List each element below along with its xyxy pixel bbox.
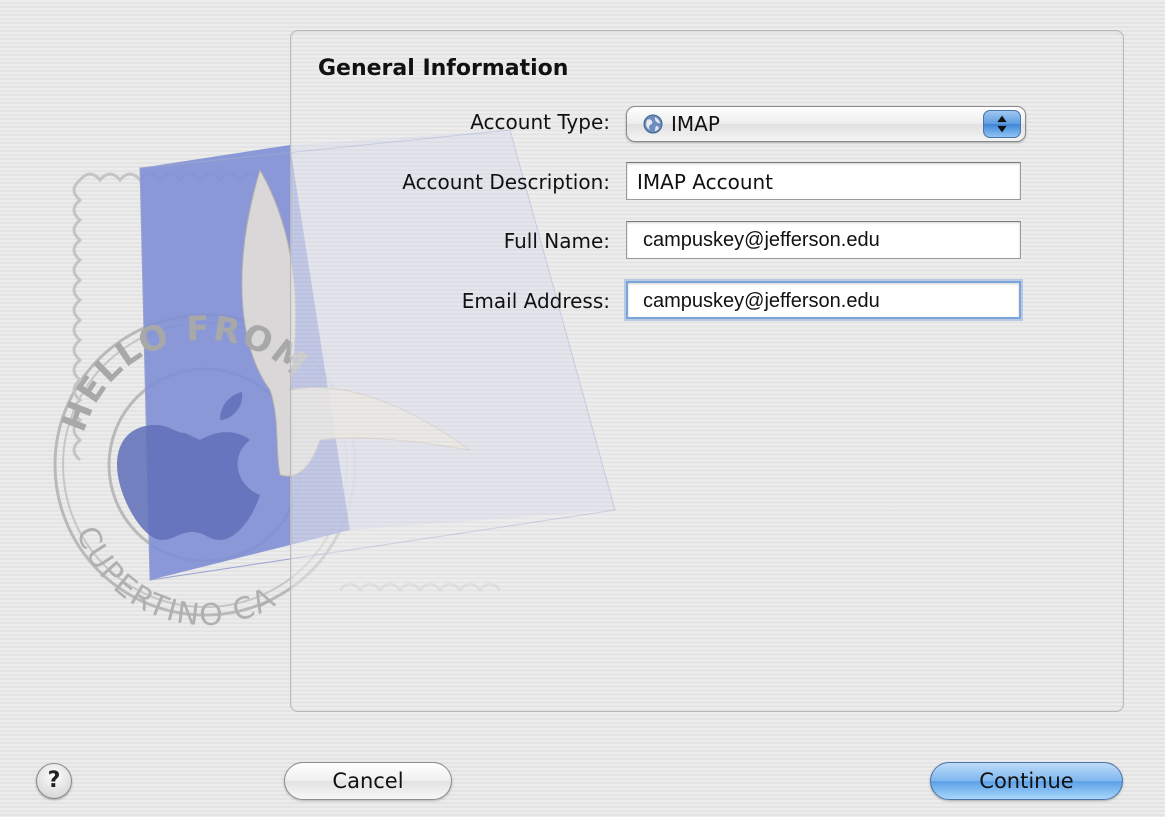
- continue-button[interactable]: Continue: [930, 762, 1123, 800]
- globe-icon: [643, 114, 663, 134]
- email-address-label: Email Address:: [461, 289, 610, 313]
- account-type-popup[interactable]: IMAP: [626, 106, 1026, 142]
- up-down-arrows-icon: [983, 110, 1021, 138]
- full-name-field[interactable]: campuskey@jefferson.edu: [626, 221, 1021, 259]
- full-name-label: Full Name:: [503, 229, 610, 253]
- cancel-button[interactable]: Cancel: [284, 762, 452, 800]
- help-button[interactable]: ?: [36, 763, 72, 799]
- mail-account-setup-window: HELLO FROM CUPERTINO CA General Informat…: [0, 0, 1165, 817]
- account-description-label: Account Description:: [402, 170, 610, 194]
- account-type-label: Account Type:: [470, 110, 610, 134]
- account-description-field[interactable]: IMAP Account: [626, 162, 1021, 200]
- section-title: General Information: [318, 56, 569, 81]
- account-type-value: IMAP: [671, 112, 720, 136]
- email-address-field[interactable]: campuskey@jefferson.edu: [626, 281, 1021, 319]
